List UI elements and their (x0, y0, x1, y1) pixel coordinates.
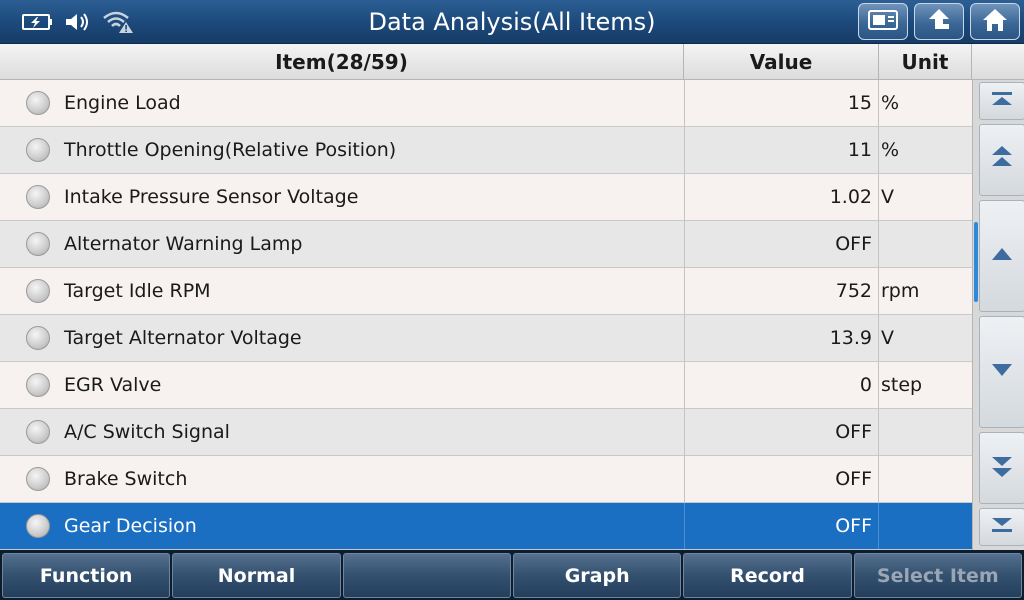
graph-button[interactable]: Graph (512, 553, 682, 598)
page-up-button[interactable] (979, 124, 1024, 196)
item-name: A/C Switch Signal (64, 421, 230, 443)
line-up-button[interactable] (979, 200, 1024, 312)
table-row[interactable]: Throttle Opening(Relative Position) 11 % (0, 127, 972, 174)
line-down-icon (989, 360, 1015, 384)
item-name: Alternator Warning Lamp (64, 233, 303, 255)
column-header-scroll (972, 44, 1024, 80)
item-unit: % (881, 139, 900, 161)
table-rows: Engine Load 15 % Throttle Opening(Relati… (0, 80, 972, 550)
item-unit (879, 503, 972, 549)
item-name: Gear Decision (64, 515, 197, 537)
status-icons (22, 8, 134, 36)
item-name: Engine Load (64, 92, 181, 114)
page-down-icon (989, 452, 1015, 484)
item-unit (879, 456, 972, 502)
item-unit: step (881, 374, 923, 396)
item-value: 0 (684, 362, 879, 408)
item-unit (879, 409, 972, 455)
page-down-button[interactable] (979, 432, 1024, 504)
radio-icon[interactable] (26, 467, 50, 491)
radio-icon[interactable] (26, 326, 50, 350)
page-up-icon (989, 144, 1015, 176)
line-up-icon (989, 244, 1015, 268)
item-value: OFF (684, 503, 879, 549)
scroll-top-icon (989, 89, 1015, 113)
record-button[interactable]: Record (683, 553, 852, 598)
item-unit (879, 221, 972, 267)
title-bar: Data Analysis(All Items) (0, 0, 1024, 44)
scroll-bottom-button[interactable] (979, 508, 1024, 546)
scroll-bottom-icon (989, 515, 1015, 539)
item-unit: V (881, 186, 894, 208)
item-value: 15 (684, 80, 879, 126)
screenshot-button[interactable] (858, 3, 908, 40)
item-name: Intake Pressure Sensor Voltage (64, 186, 359, 208)
scrollbar-thumb[interactable] (974, 222, 978, 302)
home-icon (981, 6, 1009, 38)
table-row[interactable]: Target Alternator Voltage 13.9 V (0, 315, 972, 362)
column-header-item: Item(28/59) (0, 44, 684, 80)
item-name: Brake Switch (64, 468, 188, 490)
item-value: 11 (684, 127, 879, 173)
scroll-column (972, 80, 1024, 550)
back-arrow-icon (925, 6, 953, 38)
table-row[interactable]: A/C Switch Signal OFF (0, 409, 972, 456)
item-value: OFF (684, 409, 879, 455)
table-row[interactable]: EGR Valve 0 step (0, 362, 972, 409)
screenshot-icon (867, 8, 899, 36)
scroll-top-button[interactable] (979, 82, 1024, 120)
radio-icon[interactable] (26, 185, 50, 209)
speaker-icon (62, 8, 94, 36)
item-name: Target Idle RPM (64, 280, 211, 302)
item-unit: V (881, 327, 894, 349)
item-unit: rpm (881, 280, 920, 302)
item-value: 1.02 (684, 174, 879, 220)
table-row[interactable]: Intake Pressure Sensor Voltage 1.02 V (0, 174, 972, 221)
home-button[interactable] (970, 3, 1020, 40)
item-value: 13.9 (684, 315, 879, 361)
item-name: Throttle Opening(Relative Position) (64, 139, 397, 161)
battery-charging-icon (22, 8, 54, 36)
wifi-warning-icon (102, 8, 134, 36)
column-header-value: Value (684, 44, 879, 80)
radio-icon[interactable] (26, 232, 50, 256)
nav-buttons (858, 3, 1020, 40)
radio-icon[interactable] (26, 514, 50, 538)
item-value: OFF (684, 221, 879, 267)
item-name: Target Alternator Voltage (64, 327, 302, 349)
table-row[interactable]: Brake Switch OFF (0, 456, 972, 503)
item-unit: % (881, 92, 900, 114)
item-value: 752 (684, 268, 879, 314)
function-toolbar: Function Normal Graph Record Select Item (0, 550, 1024, 600)
table-header: Item(28/59) Value Unit (0, 44, 1024, 80)
radio-icon[interactable] (26, 91, 50, 115)
column-header-unit: Unit (879, 44, 972, 80)
function-button[interactable]: Function (2, 553, 171, 598)
radio-icon[interactable] (26, 373, 50, 397)
empty-button[interactable] (342, 553, 511, 598)
back-button[interactable] (914, 3, 964, 40)
line-down-button[interactable] (979, 316, 1024, 428)
radio-icon[interactable] (26, 279, 50, 303)
normal-button[interactable]: Normal (172, 553, 341, 598)
table-row-selected[interactable]: Gear Decision OFF (0, 503, 972, 550)
radio-icon[interactable] (26, 138, 50, 162)
radio-icon[interactable] (26, 420, 50, 444)
table-row[interactable]: Alternator Warning Lamp OFF (0, 221, 972, 268)
item-name: EGR Valve (64, 374, 162, 396)
data-table: Item(28/59) Value Unit Engine Load 15 % … (0, 44, 1024, 550)
table-row[interactable]: Target Idle RPM 752 rpm (0, 268, 972, 315)
item-value: OFF (684, 456, 879, 502)
select-item-button[interactable]: Select Item (853, 553, 1022, 598)
table-row[interactable]: Engine Load 15 % (0, 80, 972, 127)
